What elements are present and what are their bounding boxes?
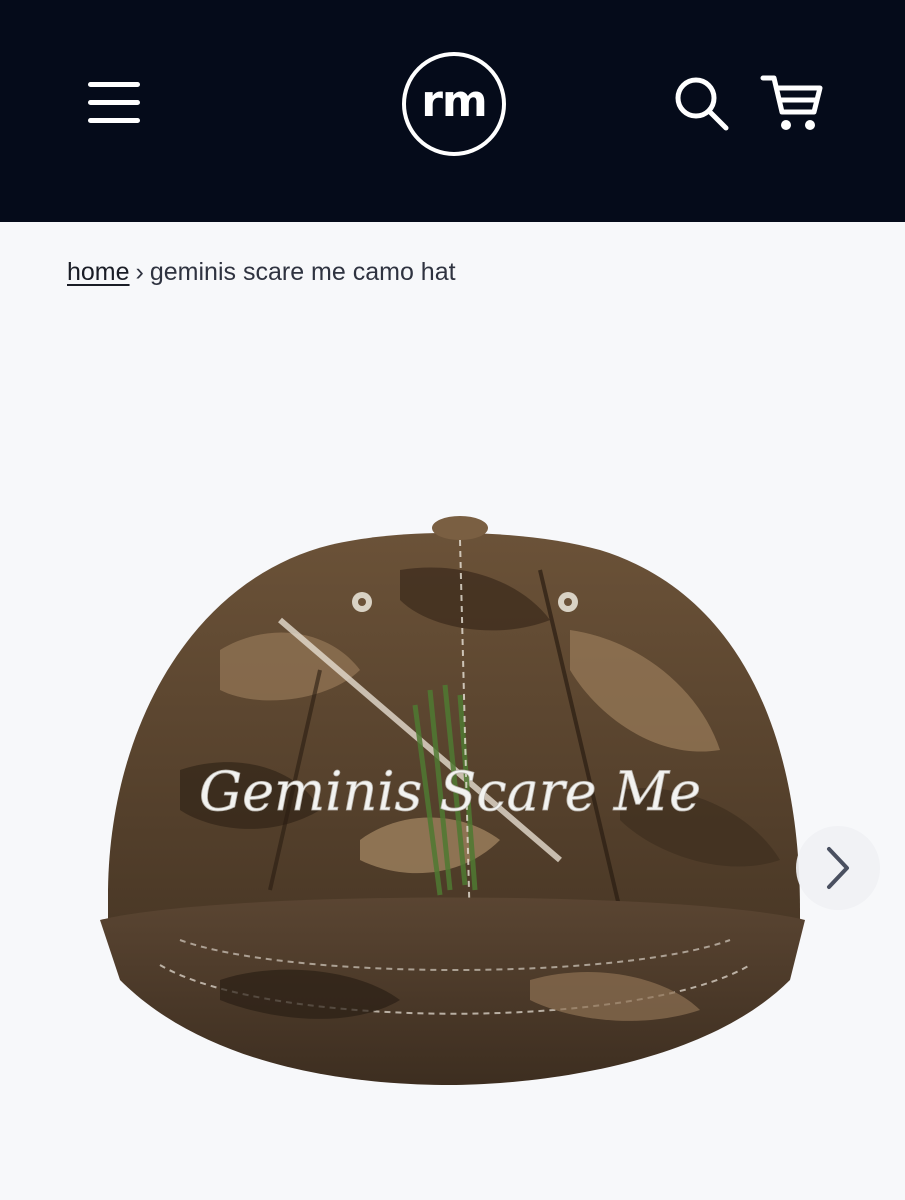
hamburger-menu-icon-bar — [88, 118, 140, 123]
site-header: rm — [0, 0, 905, 222]
hamburger-menu-icon-bar — [88, 100, 140, 105]
chevron-right-icon — [827, 847, 849, 889]
site-logo[interactable]: rm — [402, 52, 506, 156]
breadcrumb-separator: › — [135, 258, 144, 286]
breadcrumb-current: geminis scare me camo hat — [149, 258, 456, 286]
embroidery-text: Geminis Scare Me — [199, 760, 701, 823]
camo-hat-image: Geminis Scare Me — [100, 516, 805, 1085]
shopping-cart-icon — [760, 75, 823, 130]
search-button[interactable] — [672, 74, 732, 134]
logo-text: rm — [421, 76, 488, 127]
cart-button[interactable] — [760, 72, 826, 134]
search-icon — [675, 77, 729, 131]
menu-button[interactable] — [86, 80, 142, 126]
breadcrumb: home › geminis scare me camo hat — [67, 258, 456, 287]
hamburger-menu-icon — [88, 82, 140, 87]
product-image[interactable]: Geminis Scare Me — [100, 510, 805, 1090]
breadcrumb-home-link[interactable]: home — [67, 258, 130, 286]
carousel-next-button[interactable] — [796, 826, 880, 910]
